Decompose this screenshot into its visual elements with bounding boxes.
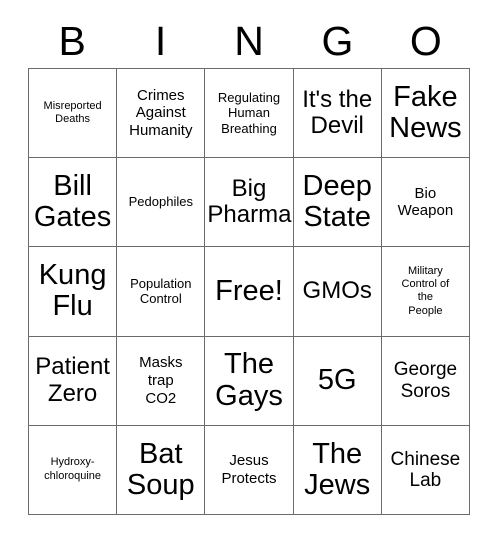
- bingo-header-letter-o: O: [409, 17, 442, 64]
- bingo-header-letter-g: G: [321, 17, 354, 64]
- bingo-cell-label: George Soros: [393, 359, 458, 402]
- bingo-cell-label: Crimes Against Humanity: [129, 86, 193, 139]
- bingo-cell-label: Misreported Deaths: [43, 99, 102, 126]
- bingo-cell-label: Masks trap CO2: [139, 354, 183, 407]
- bingo-cell[interactable]: Population Control: [117, 247, 206, 337]
- bingo-cell[interactable]: George Soros: [381, 336, 470, 426]
- bingo-cell[interactable]: Misreported Deaths: [29, 69, 118, 159]
- bingo-cell-label: 5G: [317, 364, 357, 397]
- bingo-cell-label: Bat Soup: [126, 437, 195, 501]
- bingo-cell[interactable]: GMOs: [293, 247, 382, 337]
- bingo-cell[interactable]: 5G: [293, 336, 382, 426]
- bingo-header-letter-i: I: [154, 17, 167, 64]
- bingo-cell-label: Deep State: [302, 169, 372, 234]
- bingo-cell-label: Bill Gates: [33, 169, 112, 234]
- bingo-header: B I N G O: [28, 14, 470, 68]
- bingo-cell-label: GMOs: [302, 277, 372, 305]
- bingo-cell-label: Free!: [215, 274, 283, 307]
- bingo-cell-label: The Jews: [304, 437, 371, 501]
- bingo-cell-label: Fake News: [389, 80, 462, 145]
- bingo-cell-label: Population Control: [130, 275, 192, 307]
- bingo-card: B I N G O Misreported Deaths Crimes Again…: [0, 0, 500, 544]
- bingo-cell-label: Bio Weapon: [397, 184, 454, 220]
- bingo-cell-label: Regulating Human Breathing: [217, 89, 281, 136]
- bingo-cell[interactable]: Bat Soup: [117, 425, 206, 515]
- bingo-cell[interactable]: The Gays: [205, 336, 294, 426]
- bingo-cell[interactable]: Kung Flu: [29, 247, 118, 337]
- bingo-header-letter-b: B: [58, 17, 86, 64]
- bingo-cell[interactable]: Big Pharma: [205, 158, 294, 248]
- bingo-cell[interactable]: Masks trap CO2: [117, 336, 206, 426]
- bingo-cell-label: Chinese Lab: [390, 448, 461, 491]
- bingo-cell[interactable]: Military Control of the People: [381, 247, 470, 337]
- bingo-cell-label: Hydroxy- chloroquine: [44, 456, 102, 482]
- bingo-cell[interactable]: Pedophiles: [117, 158, 206, 248]
- bingo-cell-label: Patient Zero: [35, 353, 110, 407]
- bingo-cell[interactable]: Chinese Lab: [381, 425, 470, 515]
- bingo-cell[interactable]: The Jews: [293, 425, 382, 515]
- bingo-header-letter-n: N: [234, 17, 264, 64]
- bingo-cell[interactable]: Patient Zero: [29, 336, 118, 426]
- bingo-cell-label: Kung Flu: [38, 259, 107, 323]
- bingo-cell-label: Jesus Protects: [221, 452, 277, 487]
- bingo-cell-free[interactable]: Free!: [205, 247, 294, 337]
- bingo-cell[interactable]: Jesus Protects: [205, 425, 294, 515]
- bingo-cell[interactable]: Hydroxy- chloroquine: [29, 425, 118, 515]
- bingo-cell[interactable]: Bio Weapon: [381, 158, 470, 248]
- bingo-grid: Misreported Deaths Crimes Against Humanit…: [28, 68, 470, 515]
- bingo-cell[interactable]: Fake News: [381, 69, 470, 159]
- bingo-cell[interactable]: Regulating Human Breathing: [205, 69, 294, 159]
- bingo-cell[interactable]: Deep State: [293, 158, 382, 248]
- bingo-cell[interactable]: It's the Devil: [293, 69, 382, 159]
- bingo-cell-label: Military Control of the People: [401, 264, 450, 317]
- bingo-cell-label: Big Pharma: [207, 174, 292, 229]
- bingo-cell[interactable]: Bill Gates: [29, 158, 118, 248]
- bingo-cell[interactable]: Crimes Against Humanity: [117, 69, 206, 159]
- bingo-cell-label: The Gays: [215, 348, 283, 412]
- bingo-cell-label: It's the Devil: [302, 85, 373, 140]
- bingo-cell-label: Pedophiles: [128, 194, 193, 210]
